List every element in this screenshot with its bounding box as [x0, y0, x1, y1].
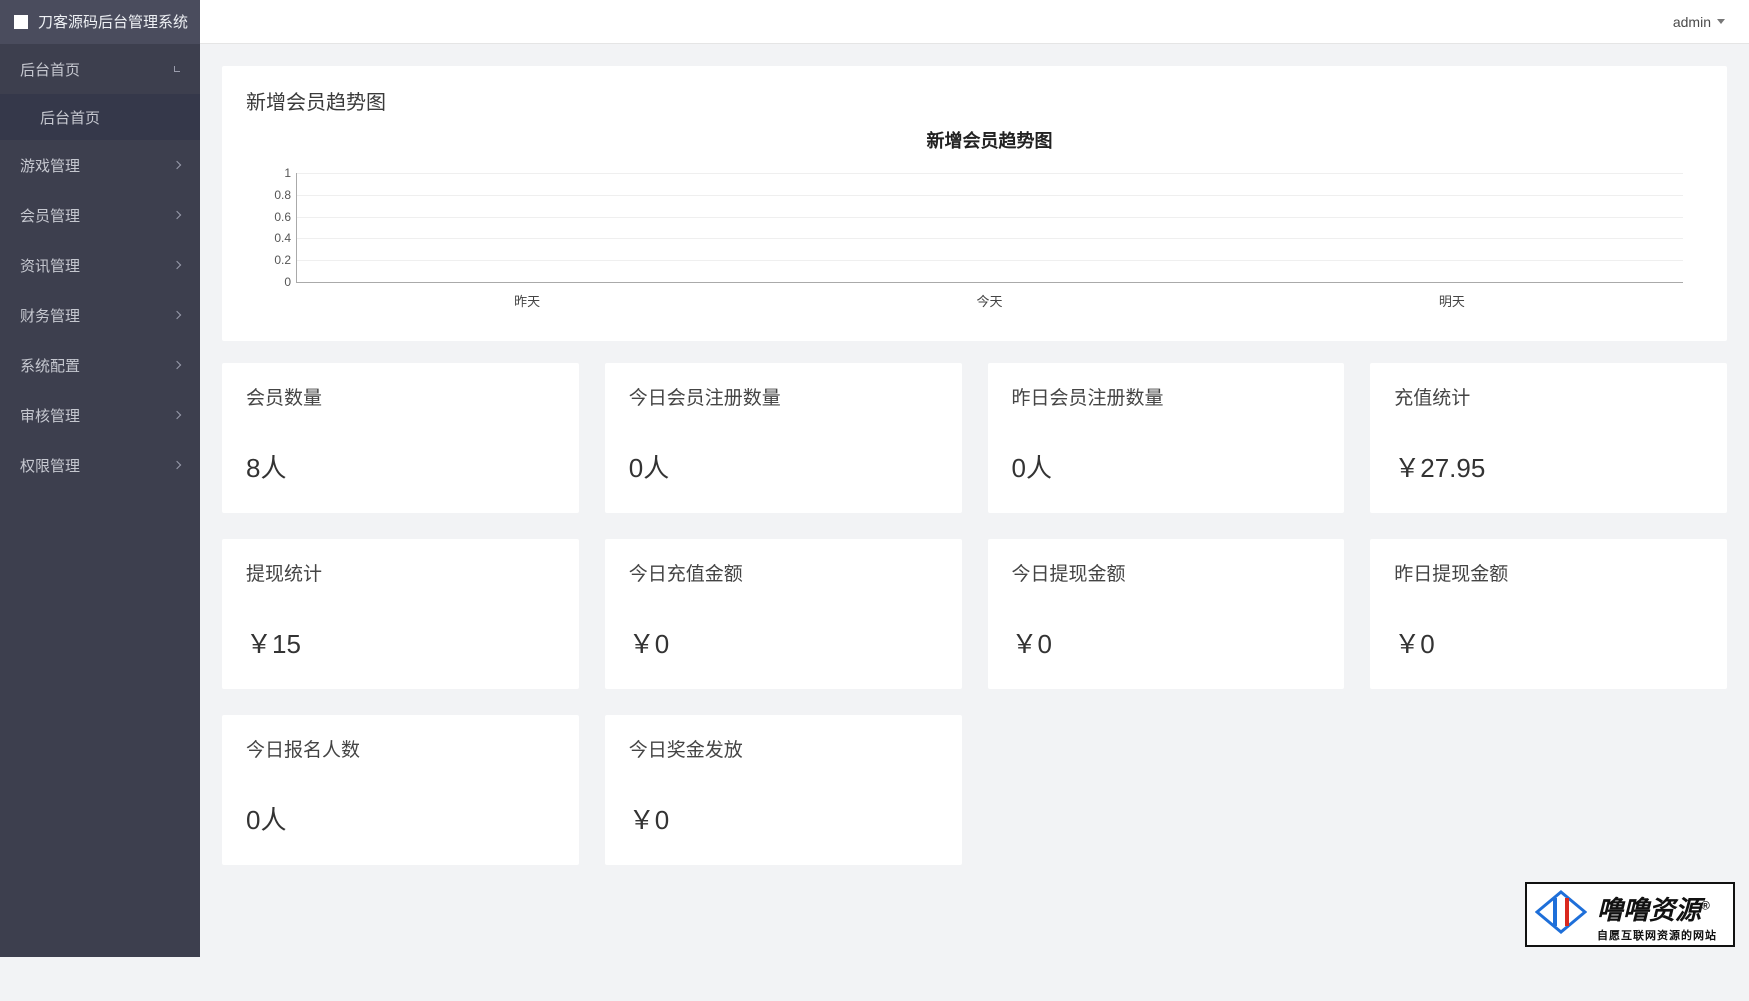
chart-ytick: 0: [261, 275, 291, 289]
stat-value: ￥0: [629, 800, 938, 837]
nav-sub-dashboard-home[interactable]: 后台首页: [0, 94, 200, 140]
chart-gridline: [297, 173, 1683, 174]
nav-label: 后台首页: [20, 59, 80, 80]
chevron-right-icon: [173, 211, 181, 219]
chart-title: 新增会员趋势图: [296, 127, 1683, 153]
chevron-right-icon: [173, 461, 181, 469]
nav-label: 审核管理: [20, 405, 80, 426]
nav-label: 资讯管理: [20, 255, 80, 276]
stat-card: 今日报名人数 0人: [222, 715, 579, 865]
chevron-right-icon: [173, 261, 181, 269]
stat-value: ￥0: [1394, 624, 1703, 661]
stat-label: 今日充值金额: [629, 559, 938, 586]
chart-xtick: 今天: [758, 291, 1220, 310]
nav-item-permission[interactable]: 权限管理: [0, 440, 200, 490]
chart-ytick: 0.4: [261, 231, 291, 245]
stat-value: ￥15: [246, 624, 555, 661]
topbar: 刀客源码后台管理系统 admin: [0, 0, 1749, 44]
stat-card: 昨日提现金额 ￥0: [1370, 539, 1727, 689]
stat-value: 0人: [1012, 448, 1321, 485]
nav-item-system[interactable]: 系统配置: [0, 340, 200, 390]
chevron-right-icon: [173, 361, 181, 369]
stat-card: 充值统计 ￥27.95: [1370, 363, 1727, 513]
chart-xlabels: 昨天今天明天: [296, 283, 1683, 310]
nav-label: 系统配置: [20, 355, 80, 376]
stat-card: 昨日会员注册数量 0人: [988, 363, 1345, 513]
watermark-logo-icon: [1535, 890, 1587, 934]
watermark: 噜噜资源® 自愿互联网资源的网站: [1525, 882, 1735, 947]
chart-card: 新增会员趋势图 新增会员趋势图 00.20.40.60.81 昨天今天明天: [222, 66, 1727, 341]
stat-value: ￥27.95: [1394, 448, 1703, 485]
main-content: 新增会员趋势图 新增会员趋势图 00.20.40.60.81 昨天今天明天 会员…: [200, 44, 1749, 887]
chart-ytick: 0.2: [261, 253, 291, 267]
nav-sub-label: 后台首页: [40, 107, 100, 128]
nav-label: 会员管理: [20, 205, 80, 226]
watermark-reg: ®: [1701, 898, 1710, 912]
nav-label: 财务管理: [20, 305, 80, 326]
sidebar: 后台首页 后台首页 游戏管理 会员管理 资讯管理 财务管理 系统配置 审核管理 …: [0, 44, 200, 957]
stat-value: ￥0: [1012, 624, 1321, 661]
nav-label: 游戏管理: [20, 155, 80, 176]
stat-label: 今日提现金额: [1012, 559, 1321, 586]
chart-area: 新增会员趋势图 00.20.40.60.81 昨天今天明天: [296, 127, 1683, 317]
stat-label: 今日报名人数: [246, 735, 555, 762]
stat-label: 昨日提现金额: [1394, 559, 1703, 586]
stat-value: ￥0: [629, 624, 938, 661]
stat-value: 8人: [246, 448, 555, 485]
nav-item-news[interactable]: 资讯管理: [0, 240, 200, 290]
user-name: admin: [1673, 14, 1711, 30]
chart-ytick: 0.8: [261, 188, 291, 202]
chart-ytick: 1: [261, 166, 291, 180]
nav-label: 权限管理: [20, 455, 80, 476]
user-menu[interactable]: admin: [1673, 14, 1749, 30]
stat-label: 会员数量: [246, 383, 555, 410]
stat-label: 充值统计: [1394, 383, 1703, 410]
stat-card: 今日充值金额 ￥0: [605, 539, 962, 689]
brand-text: 刀客源码后台管理系统: [38, 11, 188, 32]
brand: 刀客源码后台管理系统: [0, 0, 200, 44]
watermark-text: 噜噜资源: [1597, 895, 1701, 925]
chevron-down-icon: [174, 66, 180, 72]
chart-xtick: 明天: [1221, 291, 1683, 310]
nav-item-dashboard[interactable]: 后台首页: [0, 44, 200, 94]
stat-label: 今日会员注册数量: [629, 383, 938, 410]
stat-label: 今日奖金发放: [629, 735, 938, 762]
chart-gridline: [297, 217, 1683, 218]
stat-card: 今日奖金发放 ￥0: [605, 715, 962, 865]
chevron-right-icon: [173, 311, 181, 319]
stat-label: 提现统计: [246, 559, 555, 586]
stat-label: 昨日会员注册数量: [1012, 383, 1321, 410]
nav-item-member[interactable]: 会员管理: [0, 190, 200, 240]
chart-xtick: 昨天: [296, 291, 758, 310]
chart-card-title: 新增会员趋势图: [246, 86, 1703, 115]
watermark-sub: 自愿互联网资源的网站: [1597, 927, 1717, 943]
stat-card: 今日会员注册数量 0人: [605, 363, 962, 513]
chart-ytick: 0.6: [261, 210, 291, 224]
chevron-right-icon: [173, 411, 181, 419]
chart-plot: 00.20.40.60.81: [296, 173, 1683, 283]
stats-grid: 会员数量 8人 今日会员注册数量 0人 昨日会员注册数量 0人 充值统计 ￥27.95 提现统计…: [222, 363, 1727, 865]
chart-gridline: [297, 238, 1683, 239]
chevron-right-icon: [173, 161, 181, 169]
stat-value: 0人: [629, 448, 938, 485]
stat-card: 会员数量 8人: [222, 363, 579, 513]
nav-item-audit[interactable]: 审核管理: [0, 390, 200, 440]
stat-card: 今日提现金额 ￥0: [988, 539, 1345, 689]
brand-icon: [14, 15, 28, 29]
chart-gridline: [297, 195, 1683, 196]
stat-card: 提现统计 ￥15: [222, 539, 579, 689]
caret-down-icon: [1717, 19, 1725, 24]
nav-item-finance[interactable]: 财务管理: [0, 290, 200, 340]
chart-gridline: [297, 260, 1683, 261]
nav-item-game[interactable]: 游戏管理: [0, 140, 200, 190]
stat-value: 0人: [246, 800, 555, 837]
